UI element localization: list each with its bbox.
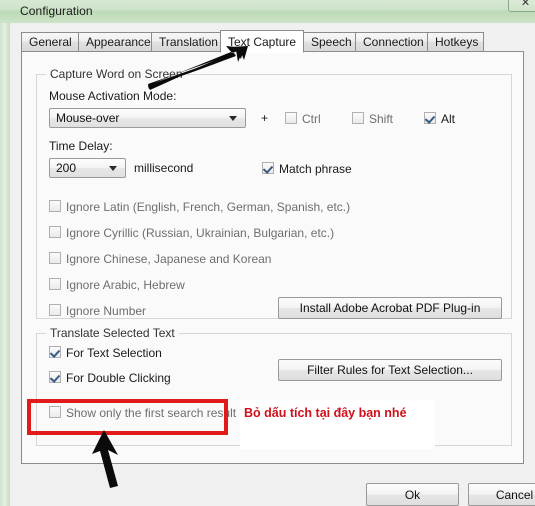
tab-strip: General Appearance Translation Text Capt… bbox=[21, 30, 525, 53]
time-delay-select[interactable]: 200 bbox=[49, 158, 126, 178]
chevron-down-icon bbox=[229, 116, 237, 121]
annotation-highlight-box bbox=[27, 399, 228, 435]
checkbox-ignore-cyrillic[interactable]: Ignore Cyrillic (Russian, Ukrainian, Bul… bbox=[49, 226, 334, 240]
tab-appearance[interactable]: Appearance bbox=[78, 32, 152, 52]
filter-rules-for-text-selection-button[interactable]: Filter Rules for Text Selection... bbox=[278, 359, 502, 381]
tab-speech[interactable]: Speech bbox=[303, 32, 356, 52]
checkbox-for-text-selection-label: For Text Selection bbox=[66, 346, 162, 360]
checkbox-ignore-arabic-hebrew[interactable]: Ignore Arabic, Hebrew bbox=[49, 278, 185, 292]
tab-hotkeys[interactable]: Hotkeys bbox=[427, 32, 484, 52]
close-icon[interactable]: ✕ bbox=[508, 0, 535, 12]
mouse-activation-mode-label: Mouse Activation Mode: bbox=[49, 89, 177, 103]
checkbox-ignore-cjk[interactable]: Ignore Chinese, Japanese and Korean bbox=[49, 252, 271, 266]
checkbox-for-double-clicking[interactable]: For Double Clicking bbox=[49, 371, 171, 385]
checkbox-ignore-latin-label: Ignore Latin (English, French, German, S… bbox=[66, 200, 351, 214]
time-delay-label: Time Delay: bbox=[49, 139, 113, 153]
tab-general[interactable]: General bbox=[21, 32, 79, 52]
checkbox-ignore-cyrillic-label: Ignore Cyrillic (Russian, Ukrainian, Bul… bbox=[66, 226, 335, 240]
checkbox-match-phrase[interactable]: Match phrase bbox=[262, 162, 352, 176]
capture-group-title: Capture Word on Screen bbox=[46, 67, 187, 81]
checkbox-shift-box bbox=[352, 112, 364, 124]
checkbox-for-text-selection-box bbox=[49, 346, 61, 358]
checkbox-ctrl-label: Ctrl bbox=[302, 112, 321, 126]
dialog-footer: Ok Cancel bbox=[21, 466, 535, 506]
checkbox-for-text-selection[interactable]: For Text Selection bbox=[49, 346, 162, 360]
checkbox-ignore-latin-box bbox=[49, 200, 61, 212]
time-delay-unit-label: millisecond bbox=[134, 161, 194, 175]
checkbox-alt[interactable]: Alt bbox=[424, 112, 455, 126]
checkbox-ignore-number-box bbox=[49, 304, 61, 316]
checkbox-match-phrase-label: Match phrase bbox=[279, 162, 352, 176]
checkbox-for-double-clicking-label: For Double Clicking bbox=[66, 371, 171, 385]
checkbox-ignore-arabic-hebrew-label: Ignore Arabic, Hebrew bbox=[66, 278, 185, 292]
tab-translation[interactable]: Translation bbox=[151, 32, 221, 52]
annotation-note-text: Bỏ dấu tích tại đây bạn nhé bbox=[240, 400, 435, 449]
checkbox-shift[interactable]: Shift bbox=[352, 112, 393, 126]
capture-word-on-screen-group: Capture Word on Screen Mouse Activation … bbox=[36, 67, 512, 319]
cancel-button[interactable]: Cancel bbox=[468, 483, 535, 506]
translate-group-title: Translate Selected Text bbox=[46, 326, 179, 340]
chevron-down-icon bbox=[109, 166, 117, 171]
title-bar: Configuration ✕ bbox=[0, 0, 535, 23]
checkbox-ignore-cyrillic-box bbox=[49, 226, 61, 238]
checkbox-ctrl-box bbox=[285, 112, 297, 124]
checkbox-ignore-number-label: Ignore Number bbox=[66, 304, 147, 318]
mouse-activation-mode-value: Mouse-over bbox=[56, 111, 120, 125]
tab-connection[interactable]: Connection bbox=[355, 32, 428, 52]
tab-text-capture[interactable]: Text Capture bbox=[220, 30, 304, 53]
configuration-window-root: Configuration ✕ General Appearance Trans… bbox=[0, 0, 535, 506]
window-title: Configuration bbox=[20, 4, 93, 18]
time-delay-value: 200 bbox=[56, 161, 77, 175]
desktop-background-strip bbox=[0, 0, 10, 506]
checkbox-alt-label: Alt bbox=[441, 112, 456, 126]
checkbox-ignore-arabic-hebrew-box bbox=[49, 278, 61, 290]
install-adobe-acrobat-pdf-plugin-button[interactable]: Install Adobe Acrobat PDF Plug-in bbox=[278, 297, 502, 319]
ok-button[interactable]: Ok bbox=[366, 483, 459, 506]
checkbox-shift-label: Shift bbox=[369, 112, 394, 126]
checkbox-ignore-number[interactable]: Ignore Number bbox=[49, 304, 146, 318]
checkbox-ignore-cjk-label: Ignore Chinese, Japanese and Korean bbox=[66, 252, 272, 266]
checkbox-match-phrase-box bbox=[262, 162, 274, 174]
checkbox-ignore-cjk-box bbox=[49, 252, 61, 264]
checkbox-for-double-clicking-box bbox=[49, 371, 61, 383]
mouse-activation-mode-select[interactable]: Mouse-over bbox=[49, 108, 246, 128]
checkbox-ctrl[interactable]: Ctrl bbox=[285, 112, 321, 126]
checkbox-ignore-latin[interactable]: Ignore Latin (English, French, German, S… bbox=[49, 200, 350, 214]
checkbox-alt-box bbox=[424, 112, 436, 124]
plus-sign: + bbox=[261, 111, 269, 125]
